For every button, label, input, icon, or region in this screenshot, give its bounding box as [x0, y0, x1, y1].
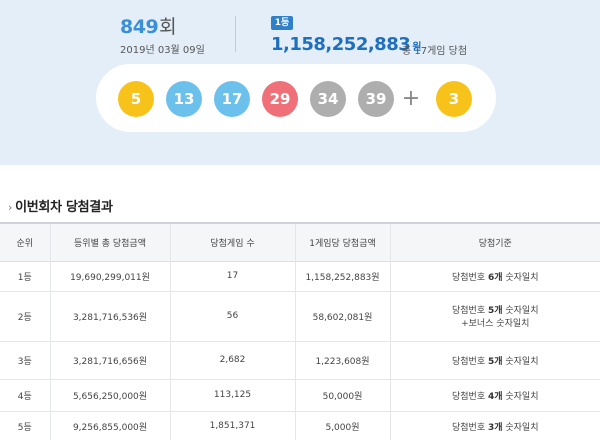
results-table: 순위 등위별 총 당첨금액 당첨게임 수 1게임당 당첨금액 당첨기준 1등 1… — [0, 222, 600, 440]
criteria-count: 4개 — [487, 391, 503, 402]
per-game-cell: 50,000원 — [294, 379, 390, 412]
first-prize-value: 1,158,252,883 — [271, 34, 411, 55]
rank-cell: 3등 — [0, 341, 50, 380]
total-prize-cell: 3,281,716,656원 — [49, 341, 170, 380]
round-value: 849 — [120, 16, 159, 38]
winning-ball-5: 34 — [310, 81, 346, 117]
header-winning-games: 당첨게임 수 — [169, 222, 295, 262]
criteria-count: 5개 — [487, 306, 503, 316]
table-row: 4등 5,656,250,000원 113,125 50,000원 당첨번호 4… — [0, 379, 600, 412]
winning-numbers-panel: 5 13 17 29 34 39 + 3 — [96, 64, 496, 132]
criteria-text: 숫자일치 — [502, 306, 539, 316]
table-row: 2등 3,281,716,536원 56 58,602,081원 당첨번호 5개… — [0, 291, 600, 342]
table-row: 5등 9,256,855,000원 1,851,371 5,000원 당첨번호 … — [0, 411, 600, 440]
criteria-text: 숫자일치 — [502, 272, 539, 283]
games-cell: 113,125 — [169, 379, 295, 412]
criteria-text: 당첨번호 — [451, 356, 488, 367]
games-cell: 1,851,371 — [169, 411, 295, 440]
round-suffix: 회 — [159, 16, 177, 38]
criteria-text: 숫자일치 — [502, 422, 539, 433]
total-prize-cell: 5,656,250,000원 — [49, 379, 170, 412]
section-title: › 이번회차 당첨결과 — [8, 196, 113, 215]
rank-cell: 5등 — [0, 411, 50, 440]
header-rank: 순위 — [0, 222, 50, 262]
criteria-text: 숫자일치 — [502, 356, 539, 367]
draw-summary-banner: 849회 2019년 03월 09일 1등 1,158,252,883 원 총 1… — [0, 0, 600, 165]
total-prize-cell: 19,690,299,011원 — [49, 261, 170, 292]
winners-note: 총 17게임 당첨 — [402, 46, 468, 57]
total-prize-cell: 9,256,855,000원 — [49, 411, 170, 440]
rank-cell: 2등 — [0, 291, 50, 342]
bonus-ball: 3 — [436, 81, 472, 117]
table-header-row: 순위 등위별 총 당첨금액 당첨게임 수 1게임당 당첨금액 당첨기준 — [0, 222, 600, 262]
plus-icon: + — [401, 86, 421, 111]
criteria-text: 당첨번호 — [451, 422, 488, 433]
criteria-text: 당첨번호 — [451, 391, 488, 402]
criteria-bonus-text: +보너스 숫자일치 — [461, 319, 530, 329]
criteria-text: 숫자일치 — [502, 391, 539, 402]
winning-ball-6: 39 — [358, 81, 394, 117]
winning-ball-3: 17 — [214, 81, 250, 117]
criteria-cell: 당첨번호 5개 숫자일치 +보너스 숫자일치 — [389, 291, 600, 342]
divider — [235, 16, 236, 52]
criteria-text: 당첨번호 — [451, 306, 488, 316]
header-total-prize: 등위별 총 당첨금액 — [49, 222, 170, 262]
header-prize-per-game: 1게임당 당첨금액 — [294, 222, 390, 262]
total-prize-cell: 3,281,716,536원 — [49, 291, 170, 342]
draw-date: 2019년 03월 09일 — [120, 45, 205, 56]
per-game-cell: 1,158,252,883원 — [294, 261, 390, 292]
table-row: 3등 3,281,716,656원 2,682 1,223,608원 당첨번호 … — [0, 341, 600, 380]
header-criteria: 당첨기준 — [389, 222, 600, 262]
criteria-cell: 당첨번호 5개 숫자일치 — [389, 341, 600, 380]
criteria-cell: 당첨번호 4개 숫자일치 — [389, 379, 600, 412]
chevron-right-icon: › — [8, 201, 13, 214]
winning-ball-1: 5 — [118, 81, 154, 117]
criteria-count: 6개 — [487, 272, 503, 283]
criteria-text: 당첨번호 — [451, 272, 488, 283]
round-number: 849회 — [120, 12, 177, 39]
criteria-count: 5개 — [487, 356, 503, 367]
first-prize-amount: 1,158,252,883 원 — [271, 34, 421, 55]
criteria-cell: 당첨번호 6개 숫자일치 — [389, 261, 600, 292]
rank-cell: 4등 — [0, 379, 50, 412]
first-rank-badge: 1등 — [271, 16, 293, 30]
winning-ball-4: 29 — [262, 81, 298, 117]
per-game-cell: 5,000원 — [294, 411, 390, 440]
criteria-count: 3개 — [487, 422, 503, 433]
rank-cell: 1등 — [0, 261, 50, 292]
games-cell: 56 — [169, 291, 295, 342]
criteria-cell: 당첨번호 3개 숫자일치 — [389, 411, 600, 440]
winning-ball-2: 13 — [166, 81, 202, 117]
games-cell: 17 — [169, 261, 295, 292]
section-title-text: 이번회차 당첨결과 — [15, 200, 113, 215]
per-game-cell: 1,223,608원 — [294, 341, 390, 380]
table-row: 1등 19,690,299,011원 17 1,158,252,883원 당첨번… — [0, 261, 600, 292]
games-cell: 2,682 — [169, 341, 295, 380]
per-game-cell: 58,602,081원 — [294, 291, 390, 342]
